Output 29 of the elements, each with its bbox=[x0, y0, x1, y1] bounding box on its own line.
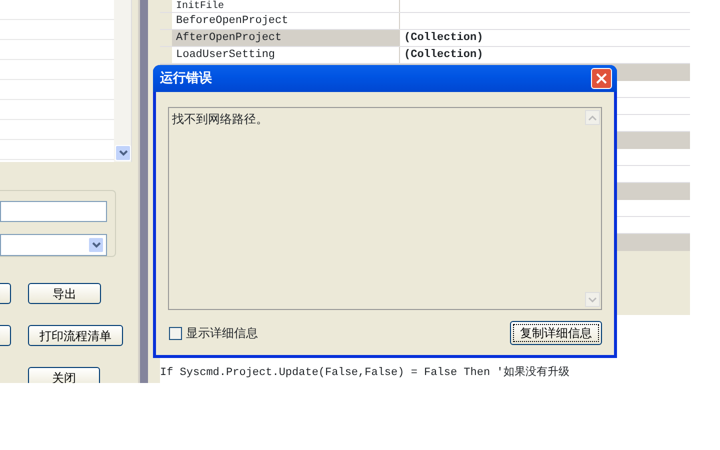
button[interactable] bbox=[0, 325, 11, 346]
property-name[interactable]: BeforeOpenProject bbox=[172, 13, 400, 29]
checkbox-label: 显示详细信息 bbox=[186, 325, 258, 342]
button[interactable] bbox=[0, 283, 11, 304]
chevron-down-icon bbox=[118, 150, 128, 156]
chevron-down-icon bbox=[588, 296, 597, 302]
code-line: If Syscmd.Project.Update(False,False) = False Then '如果没有升级 bbox=[160, 365, 570, 381]
text-field[interactable] bbox=[0, 201, 107, 222]
property-name[interactable]: LoadUserSetting bbox=[172, 47, 400, 63]
close-button[interactable] bbox=[591, 68, 612, 89]
scroll-down-button[interactable] bbox=[115, 145, 131, 161]
combo-box[interactable] bbox=[0, 234, 107, 256]
close-icon bbox=[596, 73, 607, 84]
property-name[interactable]: AfterOpenProject bbox=[172, 30, 400, 46]
message-box[interactable]: 找不到网络路径。 bbox=[168, 107, 602, 310]
scrollbar[interactable] bbox=[114, 0, 131, 162]
error-message: 找不到网络路径。 bbox=[172, 112, 268, 126]
panel-button[interactable]: 导出 bbox=[28, 283, 101, 304]
property-value[interactable]: (Collection) bbox=[400, 47, 690, 63]
panel-button[interactable]: 关闭 bbox=[28, 367, 100, 383]
property-value[interactable]: (Collection) bbox=[400, 30, 690, 46]
chevron-down-icon bbox=[92, 242, 100, 248]
dialog-title: 运行错误 bbox=[160, 70, 212, 88]
checkbox[interactable] bbox=[169, 326, 182, 340]
copy-details-button[interactable]: 复制详细信息 bbox=[510, 321, 602, 345]
splitter[interactable] bbox=[138, 0, 148, 383]
property-name[interactable]: InitFile bbox=[172, 0, 400, 12]
panel-button[interactable]: 打印流程清单 bbox=[28, 325, 123, 346]
chevron-up-icon bbox=[588, 114, 597, 120]
